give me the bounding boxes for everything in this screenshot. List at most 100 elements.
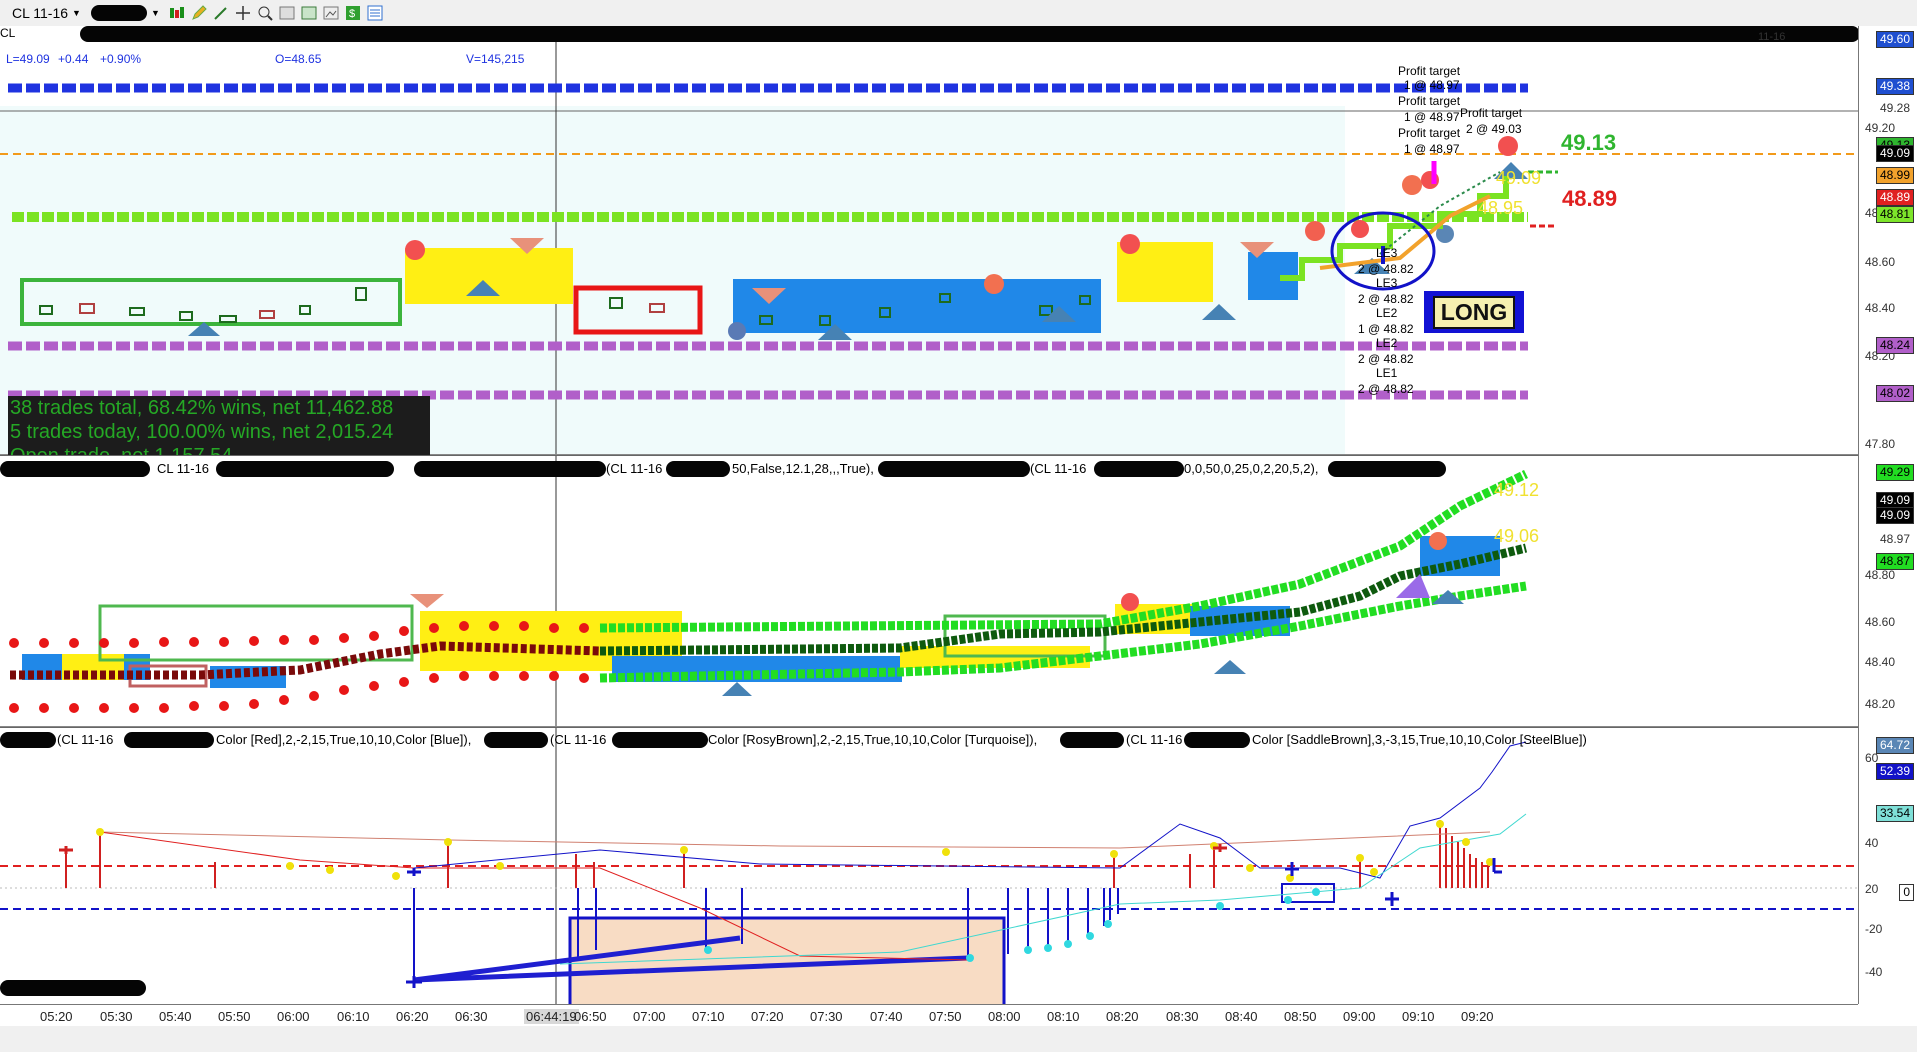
template-icon[interactable]: [366, 4, 384, 22]
redacted-area: [1184, 732, 1250, 748]
time-label: 07:00: [633, 1009, 666, 1024]
profit-target-label: Profit target: [1460, 106, 1523, 120]
price-change: +0.44: [58, 52, 89, 66]
profit-target-label: Profit target: [1398, 64, 1461, 78]
header-instrument: 11-16: [1758, 31, 1786, 43]
time-label: 08:40: [1225, 1009, 1258, 1024]
entry-label: LE3: [1376, 246, 1398, 260]
chevron-down-icon[interactable]: ▼: [151, 8, 160, 18]
open-price: O=48.65: [275, 52, 322, 66]
crosshair-icon[interactable]: [234, 4, 252, 22]
chart-properties-icon[interactable]: [300, 4, 318, 22]
time-label: 05:30: [100, 1009, 133, 1024]
osc-label-steelblue: 64.72: [1875, 737, 1914, 754]
trend-instrument: CL 11-16: [157, 461, 210, 476]
profit-target-detail: 1 @ 48.97: [1404, 142, 1460, 156]
time-label: 07:40: [870, 1009, 903, 1024]
osc-tick: 20: [1865, 882, 1879, 896]
profit-target-detail: 1 @ 48.97: [1404, 78, 1460, 92]
price-tick: 48.20: [1865, 697, 1896, 711]
redacted-area: [484, 732, 548, 748]
time-label: 07:50: [929, 1009, 962, 1024]
indicator-params-1b: 50,False,12.1,28,,,True),: [732, 461, 874, 476]
time-label: 06:10: [337, 1009, 370, 1024]
oscillator-panel[interactable]: (CL 11-16 Color [Red],2,-2,15,True,10,10…: [0, 727, 1858, 1005]
entry-label: LE1: [1376, 366, 1398, 380]
osc-tick: -40: [1865, 965, 1883, 979]
osc-label-blue: 52.39: [1875, 763, 1914, 780]
zoom-icon[interactable]: [256, 4, 274, 22]
redacted-area: [1060, 732, 1124, 748]
time-label: 08:30: [1166, 1009, 1199, 1024]
indicator-params-2: (CL 11-16: [1030, 461, 1087, 476]
oscillator-1-name: (CL 11-16: [57, 732, 114, 747]
chart-toolbar: CL 11-16 ▼ ▼ $: [0, 0, 1917, 27]
entry-label: LE3: [1376, 276, 1398, 290]
strategy-icon[interactable]: $: [344, 4, 362, 22]
price-label-black: 49.09: [1875, 507, 1914, 524]
time-cursor-label: 06:44:19: [524, 1009, 579, 1024]
redacted-area: [878, 461, 1030, 477]
pencil-icon[interactable]: [190, 4, 208, 22]
time-label: 05:50: [218, 1009, 251, 1024]
last-price-label: 49.09: [1875, 145, 1914, 162]
entry-label: LE2: [1376, 306, 1398, 320]
redacted-area: [612, 732, 708, 748]
price-chart: [0, 26, 1858, 454]
position-badge: LONG: [1424, 291, 1524, 333]
price-panel[interactable]: CL 11-16 F L=49.09 +0.44 +0.90% O=48.65 …: [0, 26, 1913, 455]
status-bar: [0, 1026, 1917, 1052]
time-label: 08:20: [1106, 1009, 1139, 1024]
price-label-purple: 48.24: [1875, 337, 1914, 354]
price-label: 49.28: [1875, 100, 1914, 117]
volume: V=145,215: [466, 52, 525, 66]
price-label-orange: 48.99: [1875, 167, 1914, 184]
bar-type-icon[interactable]: [168, 4, 186, 22]
yellow-level-label: 48.95: [1478, 198, 1524, 218]
price-axis[interactable]: 49.20 48.80 48.60 48.40 48.20 47.80 49.6…: [1858, 26, 1917, 1004]
time-label: 08:50: [1284, 1009, 1317, 1024]
time-label: 05:40: [159, 1009, 192, 1024]
osc-label-turquoise: 33.54: [1875, 805, 1914, 822]
oscillator-2-name: (CL 11-16: [550, 732, 607, 747]
profit-target-label: Profit target: [1398, 126, 1461, 140]
instrument-selector[interactable]: CL 11-16 ▼: [0, 5, 87, 21]
redacted-area: [124, 732, 214, 748]
screenshot-icon[interactable]: [322, 4, 340, 22]
price-label-purple: 48.02: [1875, 385, 1914, 402]
price-change-pct: +0.90%: [100, 52, 142, 66]
price-label: 48.97: [1875, 531, 1914, 548]
stats-today: 5 trades today, 100.00% wins, net 2,015.…: [10, 421, 394, 443]
redacted-area: [0, 732, 56, 748]
yellow-level-label: 49.09: [1496, 168, 1542, 188]
upper-level-label: 49.13: [1561, 130, 1617, 155]
trend-panel[interactable]: CL 11-16 (CL 11-16 50,False,12.1,28,,,Tr…: [0, 455, 1858, 727]
time-label: 06:20: [396, 1009, 429, 1024]
data-box-icon[interactable]: [278, 4, 296, 22]
redacted-area: [0, 461, 150, 477]
last-price: L=49.09: [6, 52, 50, 66]
redacted-area: [90, 5, 147, 21]
entry-label: LE2: [1376, 336, 1398, 350]
instrument-short: CL: [0, 26, 16, 40]
lower-level-label: 48.89: [1562, 186, 1618, 211]
entry-detail: 2 @ 48.82: [1358, 262, 1414, 276]
oscillator-3-name: (CL 11-16: [1126, 732, 1183, 747]
stats-total: 38 trades total, 68.42% wins, net 11,462…: [10, 397, 394, 419]
time-label: 06:50: [574, 1009, 607, 1024]
time-label: 07:20: [751, 1009, 784, 1024]
price-tick: 48.80: [1865, 568, 1896, 582]
redacted-area: [1328, 461, 1446, 477]
position-label: LONG: [1432, 295, 1516, 329]
price-tick: 49.20: [1865, 121, 1896, 135]
price-label-green: 48.87: [1875, 553, 1914, 570]
time-label: 08:00: [988, 1009, 1021, 1024]
entry-detail: 2 @ 48.82: [1358, 382, 1414, 396]
entry-detail: 2 @ 48.82: [1358, 352, 1414, 366]
time-axis[interactable]: 05:20 05:30 05:40 05:50 06:00 06:10 06:2…: [0, 1004, 1858, 1027]
time-label: 09:20: [1461, 1009, 1494, 1024]
time-label: 07:10: [692, 1009, 725, 1024]
brush-icon[interactable]: [212, 4, 230, 22]
time-label: 09:00: [1343, 1009, 1376, 1024]
profit-target-detail: 2 @ 49.03: [1466, 122, 1522, 136]
